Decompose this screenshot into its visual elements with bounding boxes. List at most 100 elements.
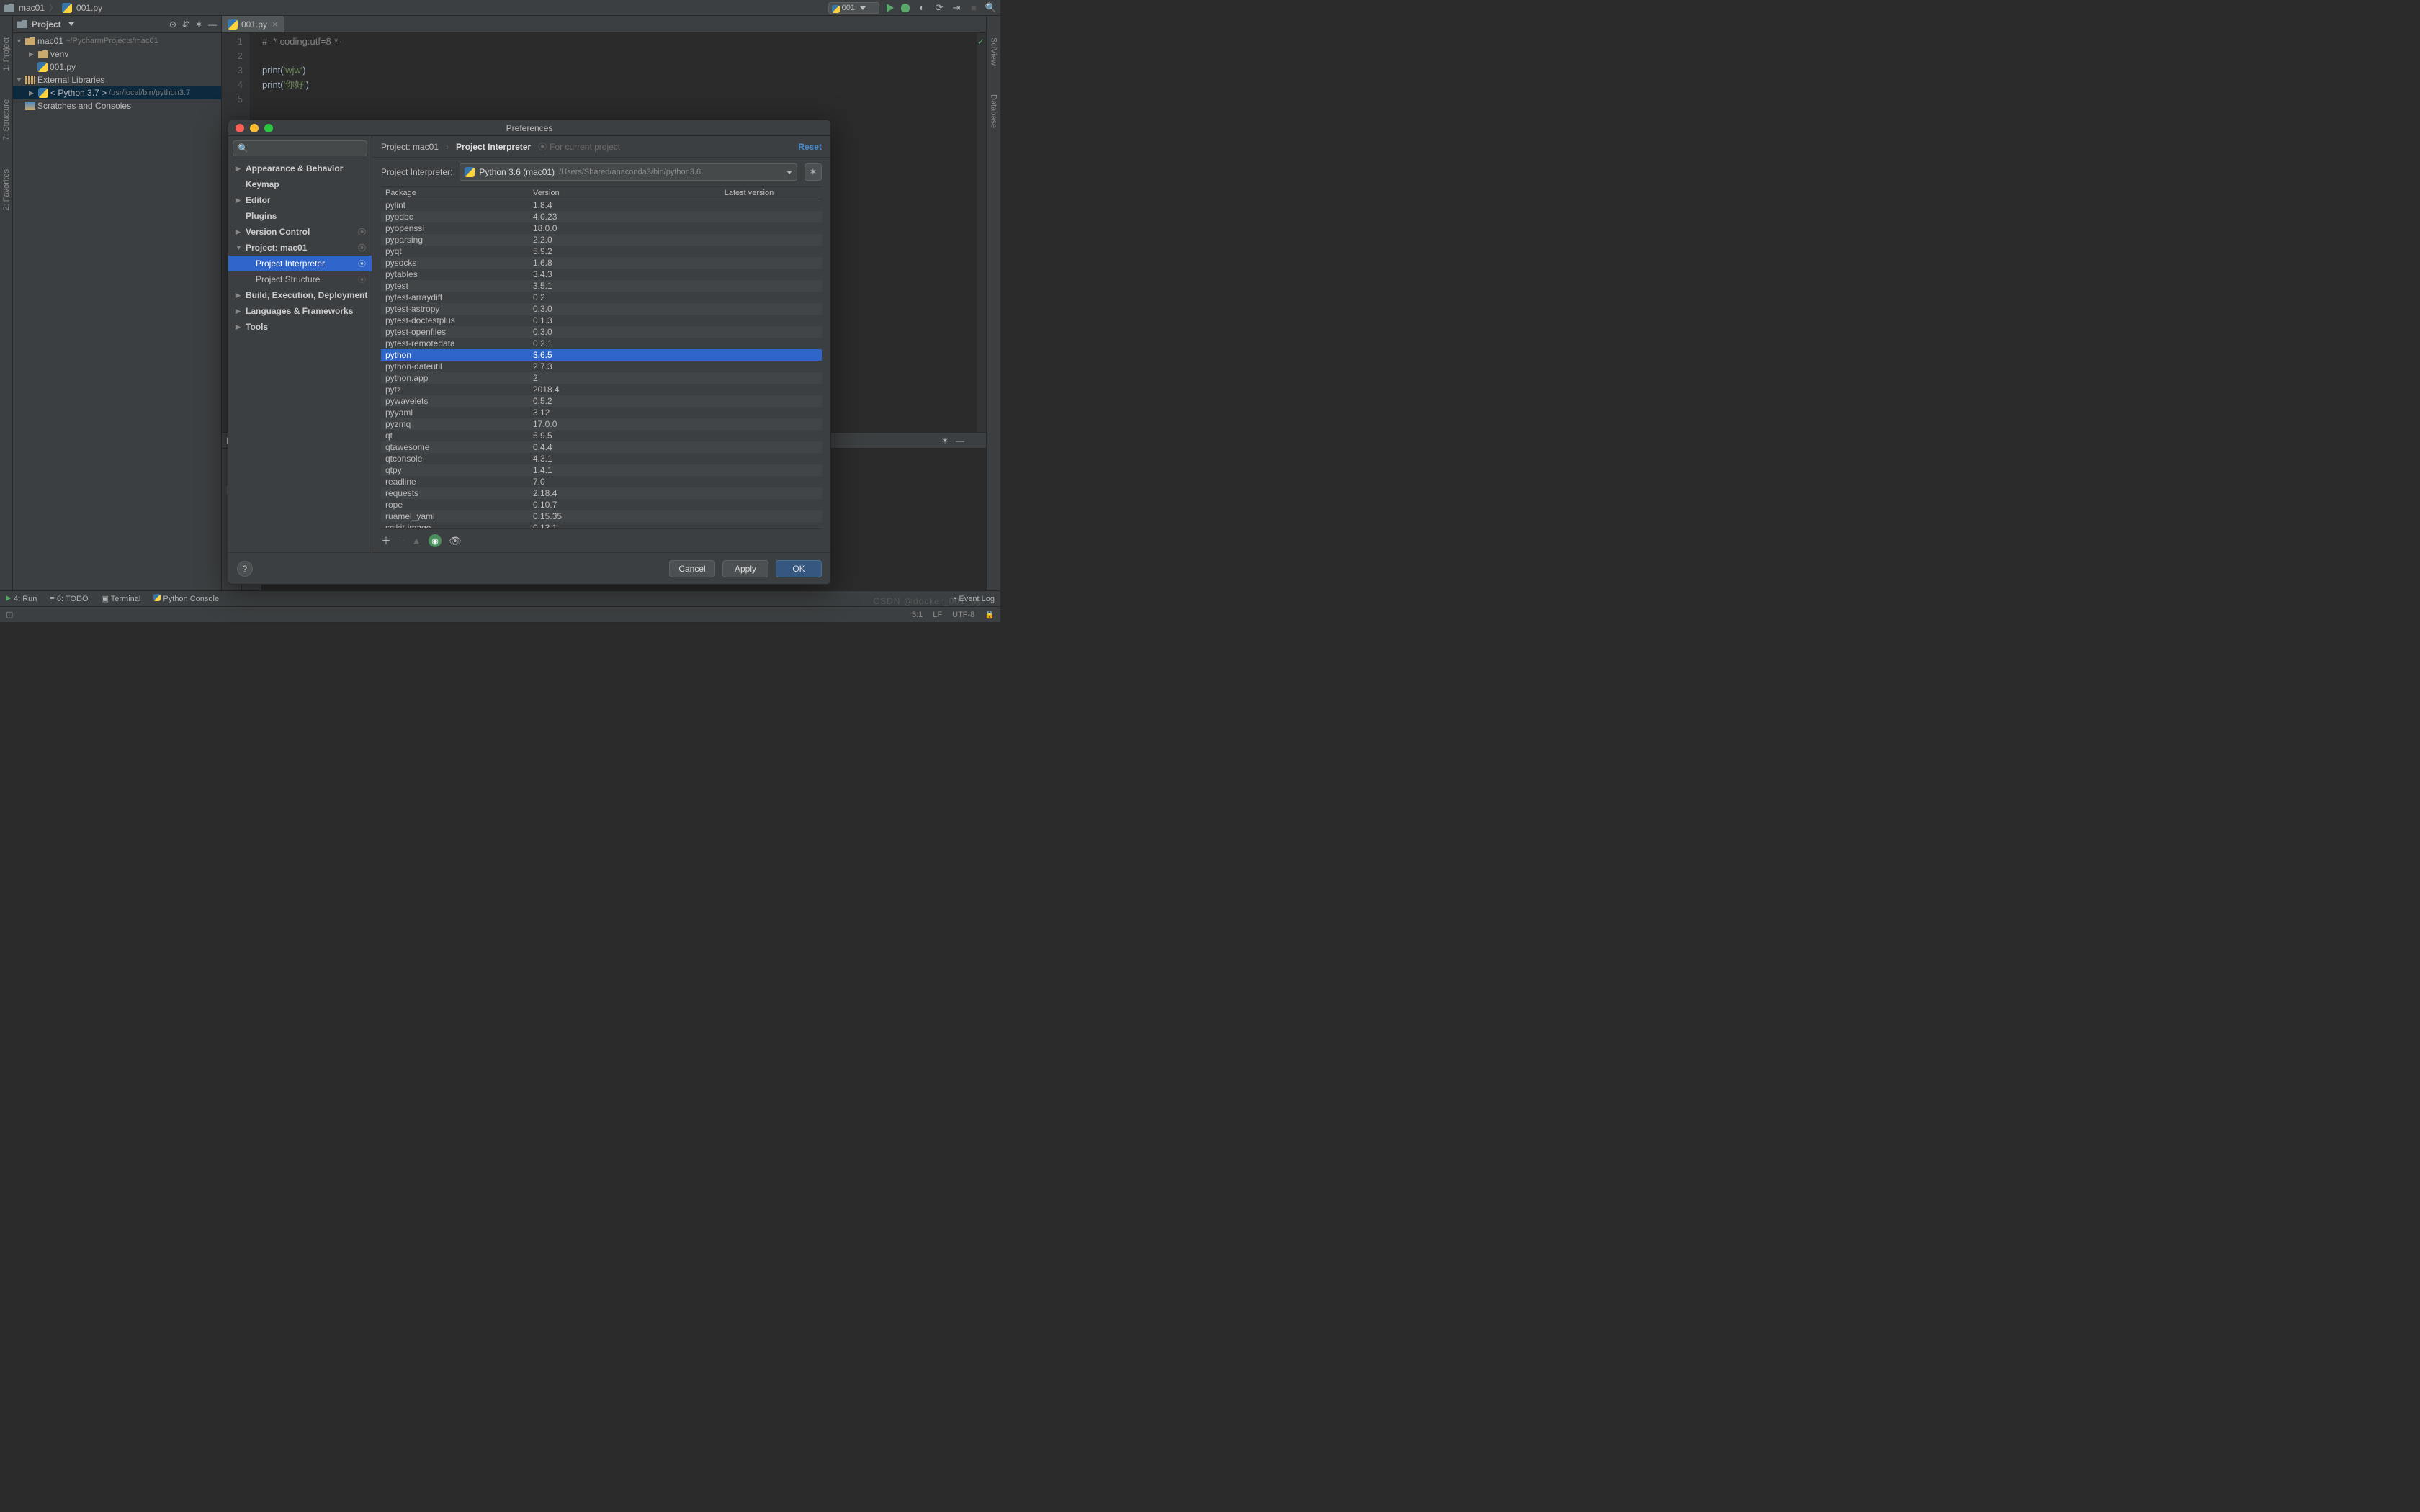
package-row[interactable]: pytest-openfiles0.3.0	[381, 326, 822, 338]
package-row[interactable]: pytest-doctestplus0.1.3	[381, 315, 822, 326]
gear-icon[interactable]: ✶	[195, 19, 202, 30]
pref-plugins[interactable]: Plugins	[228, 208, 372, 224]
crumb-project[interactable]: Project: mac01	[381, 142, 439, 152]
package-row[interactable]: rope0.10.7	[381, 499, 822, 510]
collapse-icon[interactable]: ⇵	[182, 19, 189, 30]
package-row[interactable]: python.app2	[381, 372, 822, 384]
tree-sdk[interactable]: ▶ < Python 3.7 > /usr/local/bin/python3.…	[13, 86, 221, 99]
cursor-pos[interactable]: 5:1	[912, 611, 923, 619]
attach-icon[interactable]: ⇥	[951, 3, 962, 13]
pref-vcs[interactable]: ▶Version Control⦿	[228, 224, 372, 240]
package-row[interactable]: pyqt5.9.2	[381, 246, 822, 257]
package-row[interactable]: pytest-remotedata0.2.1	[381, 338, 822, 349]
package-row[interactable]: readline7.0	[381, 476, 822, 487]
rail-favorites[interactable]: 2: Favorites	[2, 169, 11, 210]
pref-project-structure[interactable]: Project Structure⦿	[228, 271, 372, 287]
lock-icon[interactable]: 🔒	[985, 610, 995, 619]
pref-keymap[interactable]: Keymap	[228, 176, 372, 192]
pref-project[interactable]: ▼Project: mac01⦿	[228, 240, 372, 256]
add-icon[interactable]: ＋	[381, 534, 391, 548]
package-row[interactable]: pyodbc4.0.23	[381, 211, 822, 222]
package-row[interactable]: python3.6.5	[381, 349, 822, 361]
run-icon[interactable]	[887, 4, 894, 12]
stop-icon[interactable]: ■	[969, 3, 979, 13]
th-package[interactable]: Package	[381, 187, 529, 199]
pref-tools[interactable]: ▶Tools	[228, 319, 372, 335]
chevron-down-icon[interactable]	[68, 22, 74, 26]
package-row[interactable]: pyzmq17.0.0	[381, 418, 822, 430]
package-row[interactable]: qt5.9.5	[381, 430, 822, 441]
package-row[interactable]: pytz2018.4	[381, 384, 822, 395]
dialog-title: Preferences	[228, 123, 830, 133]
status-icon[interactable]: ▢	[6, 610, 13, 619]
package-row[interactable]: scikit-image0.13.1	[381, 522, 822, 528]
coverage-icon[interactable]: ◐	[917, 3, 927, 13]
tree-ext-libraries[interactable]: ▼ External Libraries	[13, 73, 221, 86]
help-button[interactable]: ?	[237, 561, 253, 577]
pref-appearance[interactable]: ▶Appearance & Behavior	[228, 161, 372, 176]
tree-scratches[interactable]: Scratches and Consoles	[13, 99, 221, 112]
pref-build[interactable]: ▶Build, Execution, Deployment	[228, 287, 372, 303]
event-log[interactable]: ◔ Event Log	[952, 595, 995, 603]
pref-project-interpreter[interactable]: Project Interpreter⦿	[228, 256, 372, 271]
bottom-terminal[interactable]: ▣ Terminal	[102, 594, 141, 603]
pref-editor[interactable]: ▶Editor	[228, 192, 372, 208]
package-row[interactable]: pylint1.8.4	[381, 199, 822, 211]
package-row[interactable]: qtawesome0.4.4	[381, 441, 822, 453]
project-name[interactable]: mac01	[19, 3, 45, 13]
bottom-pyconsole[interactable]: Python Console	[153, 594, 219, 603]
search-field[interactable]	[251, 143, 362, 154]
package-row[interactable]: ruamel_yaml0.15.35	[381, 510, 822, 522]
cancel-button[interactable]: Cancel	[669, 560, 715, 577]
conda-icon[interactable]: ◉	[429, 534, 442, 547]
ok-button[interactable]: OK	[776, 560, 822, 577]
package-row[interactable]: python-dateutil2.7.3	[381, 361, 822, 372]
package-list[interactable]: pylint1.8.4pyodbc4.0.23pyopenssl18.0.0py…	[381, 199, 822, 528]
apply-button[interactable]: Apply	[722, 560, 768, 577]
rail-structure[interactable]: 7: Structure	[2, 99, 11, 140]
interpreter-select[interactable]: Python 3.6 (mac01) /Users/Shared/anacond…	[460, 163, 797, 181]
show-early-icon[interactable]: 👁	[449, 535, 462, 547]
pref-lang[interactable]: ▶Languages & Frameworks	[228, 303, 372, 319]
package-row[interactable]: pytest-arraydiff0.2	[381, 292, 822, 303]
package-row[interactable]: requests2.18.4	[381, 487, 822, 499]
debug-icon[interactable]	[901, 4, 910, 12]
tree-file[interactable]: 001.py	[13, 60, 221, 73]
package-row[interactable]: pytables3.4.3	[381, 269, 822, 280]
profile-icon[interactable]: ⟳	[934, 3, 944, 13]
package-row[interactable]: qtpy1.4.1	[381, 464, 822, 476]
target-icon[interactable]: ⊙	[169, 19, 176, 30]
search-everywhere-icon[interactable]: 🔍	[986, 3, 996, 13]
rail-project[interactable]: 1: Project	[2, 37, 11, 71]
upgrade-icon[interactable]: ▲	[411, 535, 421, 546]
hide-icon[interactable]: —	[956, 436, 964, 446]
package-row[interactable]: pytest-astropy0.3.0	[381, 303, 822, 315]
package-row[interactable]: pytest3.5.1	[381, 280, 822, 292]
gear-icon[interactable]: ✶	[941, 436, 949, 446]
run-config-selector[interactable]: 001	[828, 2, 879, 14]
package-row[interactable]: pysocks1.6.8	[381, 257, 822, 269]
th-latest[interactable]: Latest version	[676, 187, 822, 199]
package-row[interactable]: qtconsole4.3.1	[381, 453, 822, 464]
package-row[interactable]: pywavelets0.5.2	[381, 395, 822, 407]
rail-database[interactable]: Database	[990, 94, 998, 128]
package-row[interactable]: pyyaml3.12	[381, 407, 822, 418]
package-row[interactable]: pyparsing2.2.0	[381, 234, 822, 246]
tree-root[interactable]: ▼ mac01 ~/PycharmProjects/mac01	[13, 35, 221, 48]
encoding[interactable]: UTF-8	[952, 611, 974, 619]
close-icon[interactable]: ×	[272, 19, 278, 30]
th-version[interactable]: Version	[529, 187, 676, 199]
hide-icon[interactable]: —	[208, 19, 217, 30]
bottom-todo[interactable]: ≡ 6: TODO	[50, 595, 88, 603]
search-input[interactable]: 🔍	[233, 140, 367, 156]
reset-link[interactable]: Reset	[798, 142, 822, 152]
breadcrumb-file[interactable]: 001.py	[76, 3, 102, 13]
remove-icon[interactable]: −	[398, 535, 404, 546]
bottom-run[interactable]: 4: Run	[6, 595, 37, 603]
tab-001[interactable]: 001.py ×	[222, 16, 284, 32]
gear-icon[interactable]: ✶	[805, 163, 822, 181]
line-sep[interactable]: LF	[933, 611, 942, 619]
tree-venv[interactable]: ▶ venv	[13, 48, 221, 60]
rail-sciview[interactable]: SciView	[990, 37, 998, 66]
package-row[interactable]: pyopenssl18.0.0	[381, 222, 822, 234]
